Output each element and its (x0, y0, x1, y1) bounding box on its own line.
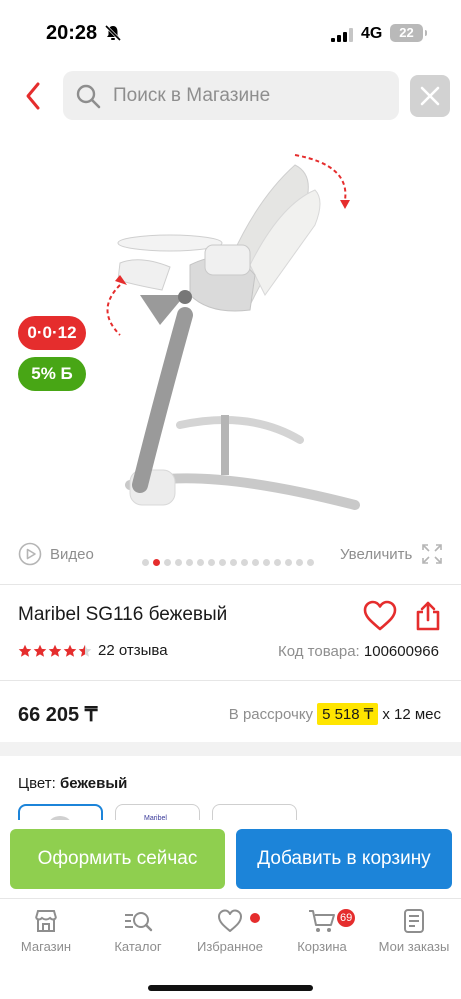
tab-label: Мои заказы (378, 939, 450, 954)
divider (0, 680, 461, 681)
tab-catalog[interactable]: Каталог (92, 907, 184, 954)
star-icon (78, 644, 92, 657)
heart-icon (363, 600, 397, 631)
divider (0, 584, 461, 585)
pagination-dot[interactable] (307, 559, 314, 566)
pagination-dot[interactable] (175, 559, 182, 566)
buy-now-button[interactable]: Оформить сейчас (10, 829, 225, 889)
product-code: Код товара: 100600966 (278, 643, 439, 660)
share-icon (416, 601, 440, 631)
network-type: 4G (361, 25, 383, 42)
favorite-button[interactable] (362, 600, 398, 632)
tab-label: Избранное (197, 939, 263, 954)
product-title: Maribel SG116 бежевый (18, 604, 228, 625)
orders-icon (404, 909, 424, 933)
tab-cart[interactable]: 69 Корзина (276, 907, 368, 954)
pagination-dot[interactable] (230, 559, 237, 566)
store-icon (35, 910, 57, 932)
action-bar: Оформить сейчас Добавить в корзину (0, 820, 461, 898)
pagination-dot[interactable] (219, 559, 226, 566)
status-bar: 20:28 4G 22 (0, 0, 461, 62)
search-icon (75, 83, 101, 114)
star-icon (33, 644, 47, 657)
installment-info[interactable]: В рассрочку 5 518 ₸ х 12 мес (229, 703, 441, 725)
tab-shop[interactable]: Магазин (0, 907, 92, 954)
expand-icon (422, 544, 443, 564)
search-input[interactable]: Поиск в Магазине (63, 71, 399, 120)
section-separator (0, 742, 461, 756)
tab-orders[interactable]: Мои заказы (368, 907, 460, 954)
product-image[interactable] (100, 145, 370, 525)
add-to-cart-button[interactable]: Добавить в корзину (236, 829, 452, 889)
cart-count-badge: 69 (337, 909, 356, 927)
installment-label: В рассрочку (228, 705, 314, 723)
star-icon (63, 644, 77, 657)
tab-label: Корзина (297, 939, 347, 954)
tab-bar: Магазин Каталог Избранное 69 Корзина Мои… (0, 898, 461, 999)
back-button[interactable] (20, 80, 48, 112)
color-label: Цвет: бежевый (18, 775, 127, 792)
installment-badge: 0·0·12 (18, 316, 86, 350)
installment-amount: 5 518 ₸ (317, 703, 379, 725)
zoom-label: Увеличить (340, 545, 413, 563)
reviews-link[interactable]: 22 отзыва (98, 642, 168, 659)
rating-stars (18, 644, 92, 658)
battery-icon: 22 (390, 24, 427, 42)
pagination-dot[interactable] (274, 559, 281, 566)
catalog-search-icon (125, 912, 153, 932)
price: 66 205 ₸ (18, 704, 98, 726)
pagination-dot[interactable] (186, 559, 193, 566)
share-button[interactable] (414, 600, 442, 632)
video-button[interactable]: Видео (18, 541, 94, 567)
color-value: бежевый (59, 775, 128, 792)
heart-icon (218, 909, 242, 932)
rating-row[interactable]: 22 отзыва (18, 642, 168, 659)
play-icon (18, 542, 42, 566)
close-button[interactable] (410, 75, 450, 117)
tab-label: Магазин (20, 939, 72, 954)
pagination-dot[interactable] (153, 559, 160, 566)
pagination-dot[interactable] (197, 559, 204, 566)
star-icon (18, 644, 32, 657)
pagination-dot[interactable] (296, 559, 303, 566)
signal-icon (331, 28, 353, 47)
pagination-dot[interactable] (263, 559, 270, 566)
video-label: Видео (50, 545, 94, 563)
gallery-pagination[interactable] (142, 559, 314, 566)
chevron-left-icon (26, 82, 40, 110)
search-placeholder: Поиск в Магазине (113, 85, 271, 106)
pagination-dot[interactable] (142, 559, 149, 566)
pagination-dot[interactable] (164, 559, 171, 566)
cart-icon (309, 910, 335, 932)
tab-label: Каталог (114, 939, 162, 954)
home-indicator (148, 985, 313, 991)
sku-value: 100600966 (363, 643, 439, 660)
installment-term: х 12 мес (382, 705, 441, 723)
color-label-text: Цвет: (18, 775, 56, 792)
close-icon (420, 86, 440, 106)
pagination-dot[interactable] (285, 559, 292, 566)
sku-label: Код товара: (278, 643, 360, 660)
notification-dot (250, 913, 260, 923)
bonus-badge: 5% Б (18, 357, 86, 391)
bell-off-icon (104, 24, 122, 47)
status-time: 20:28 (46, 22, 98, 44)
zoom-button[interactable]: Увеличить (340, 541, 444, 567)
pagination-dot[interactable] (252, 559, 259, 566)
pagination-dot[interactable] (241, 559, 248, 566)
star-icon (48, 644, 62, 657)
tab-favorites[interactable]: Избранное (184, 907, 276, 954)
pagination-dot[interactable] (208, 559, 215, 566)
